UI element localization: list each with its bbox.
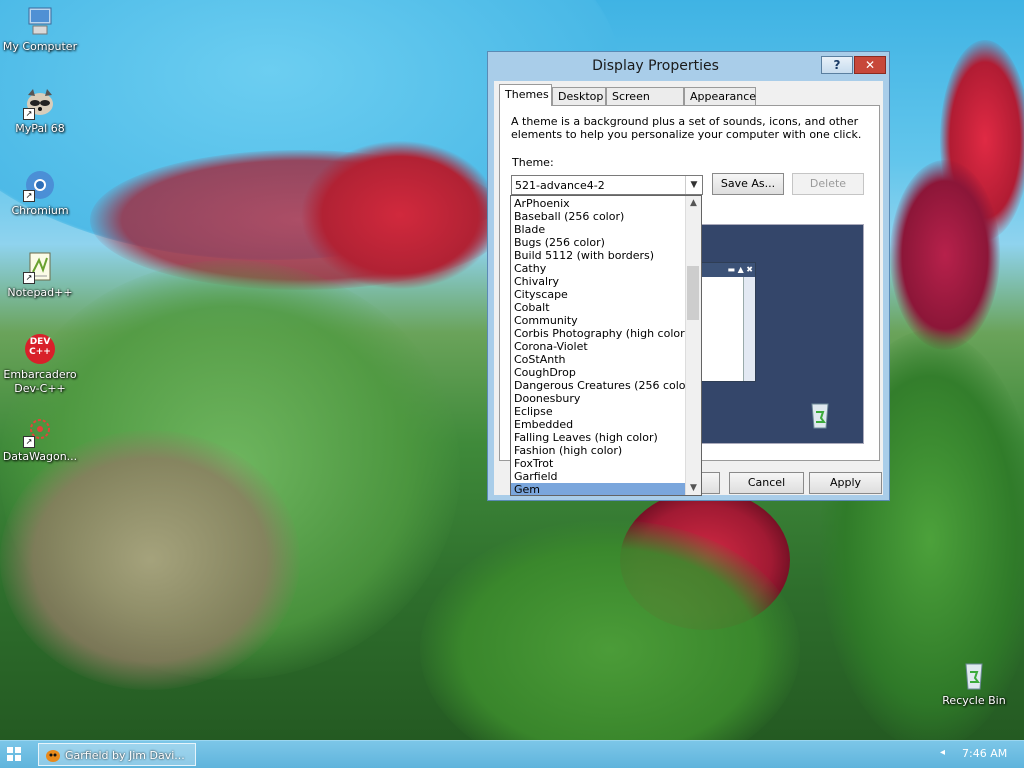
dropdown-item[interactable]: CoughDrop [511, 366, 686, 379]
dropdown-item[interactable]: Embedded [511, 418, 686, 431]
dropdown-item-selected[interactable]: Gem [511, 483, 686, 495]
desktop-icon-recycle-bin[interactable]: Recycle Bin [934, 658, 1014, 708]
scroll-down-icon[interactable]: ▼ [686, 481, 701, 495]
dropdown-item[interactable]: Cobalt [511, 301, 686, 314]
scroll-up-icon[interactable]: ▲ [686, 196, 701, 210]
tab-appearance[interactable]: Appearance [684, 87, 756, 105]
taskbar-item-garfield[interactable]: Garfield by Jim Davi... [38, 743, 196, 766]
delete-button[interactable]: Delete [792, 173, 864, 195]
desktop-icon-label: MyPal 68 [15, 122, 65, 135]
desktop-icon-my-computer[interactable]: My Computer [0, 4, 80, 54]
close-button[interactable]: ✕ [854, 56, 886, 74]
dropdown-item[interactable]: Chivalry [511, 275, 686, 288]
notepad-icon: ↗ [23, 250, 57, 284]
dropdown-item[interactable]: FoxTrot [511, 457, 686, 470]
shortcut-arrow-icon: ↗ [23, 272, 35, 284]
theme-preview: ▬ ▲ ✖ [697, 224, 864, 444]
theme-select-value: 521-advance4-2 [515, 179, 605, 192]
desktop-icon-label: My Computer [2, 40, 78, 53]
dialog-title: Display Properties [592, 58, 719, 74]
devcpp-icon: DEV C++ [23, 332, 57, 366]
desktop-icon-label: Chromium [11, 204, 69, 217]
scrollbar-thumb[interactable] [687, 266, 699, 320]
devcpp-badge: DEV C++ [29, 337, 51, 357]
apply-button[interactable]: Apply [809, 472, 882, 494]
dropdown-item[interactable]: Doonesbury [511, 392, 686, 405]
cancel-button[interactable]: Cancel [729, 472, 804, 494]
dropdown-item[interactable]: Garfield [511, 470, 686, 483]
chevron-down-icon[interactable]: ▼ [685, 176, 702, 194]
desktop-icon-devcpp[interactable]: DEV C++ Embarcadero Dev-C++ [0, 332, 80, 396]
dropdown-item[interactable]: CoStAnth [511, 353, 686, 366]
desktop-icon-mypal[interactable]: ↗ MyPal 68 [0, 86, 80, 136]
dropdown-item[interactable]: Dangerous Creatures (256 color) [511, 379, 686, 392]
tray-expand-icon[interactable]: ◂ [940, 747, 945, 758]
computer-icon [23, 4, 57, 38]
dropdown-item[interactable]: Corona-Violet [511, 340, 686, 353]
dropdown-item[interactable]: Corbis Photography (high color) [511, 327, 686, 340]
desktop-icon-label: Notepad++ [7, 286, 73, 299]
desktop-icon-datawagon[interactable]: ↗ DataWagon... [0, 414, 80, 464]
taskbar-item-label: Garfield by Jim Davi... [65, 749, 185, 762]
tab-desktop[interactable]: Desktop [552, 87, 606, 105]
dropdown-item[interactable]: Build 5112 (with borders) [511, 249, 686, 262]
desktop-icon-chromium[interactable]: ↗ Chromium [0, 168, 80, 218]
preview-window: ▬ ▲ ✖ [698, 262, 756, 382]
taskbar: Garfield by Jim Davi... ◂ 7:46 AM [0, 740, 1024, 768]
shortcut-arrow-icon: ↗ [23, 436, 35, 448]
mypal-icon: ↗ [23, 86, 57, 120]
dropdown-item[interactable]: Falling Leaves (high color) [511, 431, 686, 444]
shortcut-arrow-icon: ↗ [23, 108, 35, 120]
taskbar-clock[interactable]: 7:46 AM [962, 747, 1007, 760]
dropdown-item[interactable]: ArPhoenix [511, 197, 686, 210]
chromium-icon: ↗ [23, 168, 57, 202]
dropdown-item[interactable]: Baseball (256 color) [511, 210, 686, 223]
dropdown-item[interactable]: Eclipse [511, 405, 686, 418]
theme-label: Theme: [512, 156, 554, 169]
tab-screen-saver[interactable]: Screen Saver [606, 87, 684, 116]
preview-recycle-bin-icon [811, 403, 829, 429]
dropdown-item[interactable]: Cathy [511, 262, 686, 275]
datawagon-icon: ↗ [23, 414, 57, 448]
dropdown-item[interactable]: Community [511, 314, 686, 327]
dropdown-item[interactable]: Fashion (high color) [511, 444, 686, 457]
help-button[interactable]: ? [821, 56, 853, 74]
dialog-titlebar[interactable]: Display Properties ? ✕ [488, 52, 889, 80]
windows-start-icon[interactable] [6, 746, 22, 762]
save-as-button[interactable]: Save As... [712, 173, 784, 195]
dropdown-item[interactable]: Bugs (256 color) [511, 236, 686, 249]
theme-dropdown-list[interactable]: ArPhoenix Baseball (256 color) Blade Bug… [510, 195, 702, 496]
dropdown-item[interactable]: Blade [511, 223, 686, 236]
desktop-icon-label: DataWagon... [2, 450, 78, 463]
recycle-bin-icon [957, 658, 991, 692]
preview-window-controls-icon: ▬ ▲ ✖ [699, 263, 755, 277]
theme-description: A theme is a background plus a set of so… [511, 115, 862, 141]
preview-scrollbar [743, 277, 755, 381]
dropdown-item[interactable]: Cityscape [511, 288, 686, 301]
theme-select[interactable]: 521-advance4-2 ▼ [511, 175, 703, 195]
dropdown-scrollbar[interactable]: ▲ ▼ [685, 196, 701, 495]
shortcut-arrow-icon: ↗ [23, 190, 35, 202]
desktop-icon-notepad[interactable]: ↗ Notepad++ [0, 250, 80, 300]
garfield-app-icon [46, 750, 60, 762]
desktop-icon-label: Embarcadero Dev-C++ [3, 368, 77, 395]
tab-themes[interactable]: Themes [499, 84, 552, 106]
desktop-icon-label: Recycle Bin [942, 694, 1006, 707]
